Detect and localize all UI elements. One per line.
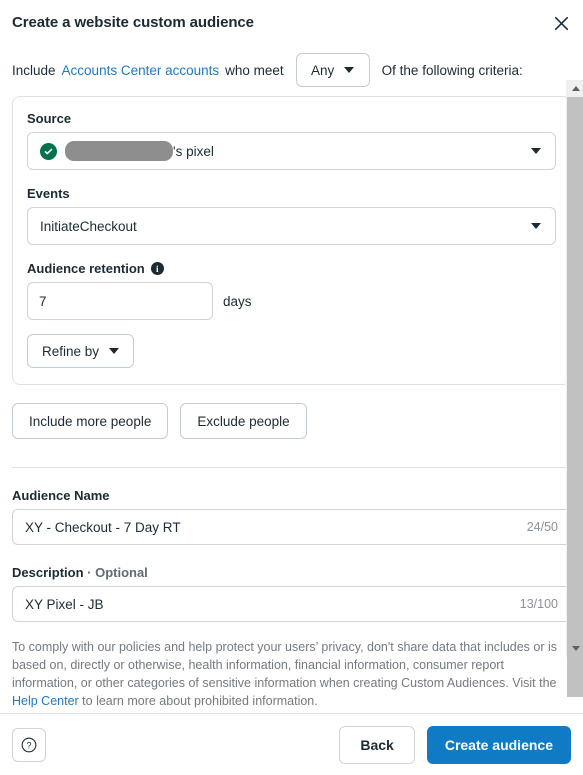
criteria-suffix: Of the following criteria:	[381, 62, 523, 78]
source-value-suffix: 's pixel	[173, 143, 214, 159]
chevron-down-icon	[531, 223, 541, 229]
redacted-business-name	[65, 141, 173, 161]
description-input[interactable]	[25, 596, 510, 612]
audience-retention-input[interactable]	[27, 282, 213, 320]
dialog-footer: ? Back Create audience	[0, 713, 583, 775]
audience-name-input[interactable]	[25, 519, 517, 535]
criteria-card: Source 's pixel Events InitiateCheckout	[12, 96, 571, 385]
audience-retention-label-text: Audience retention	[27, 261, 145, 276]
criteria-middle: who meet	[225, 62, 284, 78]
audience-retention-label: Audience retention i	[27, 261, 556, 276]
events-label: Events	[27, 186, 70, 201]
vertical-scrollbar[interactable]	[566, 80, 583, 697]
source-label: Source	[27, 111, 72, 126]
audience-name-counter: 24/50	[526, 520, 558, 534]
legal-p1-before: To comply with our policies and help pro…	[12, 640, 558, 691]
dialog-header: Create a website custom audience	[0, 0, 583, 44]
create-website-custom-audience-dialog: Create a website custom audience Include…	[0, 0, 583, 775]
scroll-down-arrow-icon[interactable]	[567, 640, 583, 657]
refine-by-label: Refine by	[42, 343, 100, 359]
refine-by-button[interactable]: Refine by	[27, 334, 135, 368]
audience-retention-units: days	[223, 293, 252, 309]
help-center-link[interactable]: Help Center	[12, 694, 79, 708]
description-counter: 13/100	[519, 597, 558, 611]
create-audience-button[interactable]: Create audience	[426, 725, 571, 764]
description-optional-text: · Optional	[87, 565, 148, 580]
scroll-down-triangle	[571, 646, 580, 651]
verified-check-icon	[40, 142, 57, 160]
scrollbar-thumb[interactable]	[567, 97, 583, 697]
audience-name-field[interactable]: 24/50	[12, 509, 571, 545]
page-title: Create a website custom audience	[12, 13, 254, 31]
legal-disclaimer: To comply with our policies and help pro…	[12, 638, 571, 713]
description-field[interactable]: 13/100	[12, 586, 571, 622]
svg-text:?: ?	[26, 740, 31, 750]
dialog-body: Include Accounts Center accounts who mee…	[0, 44, 583, 713]
info-icon[interactable]: i	[150, 262, 164, 275]
scroll-up-arrow-icon[interactable]	[567, 80, 583, 97]
section-divider	[12, 467, 571, 468]
source-value: 's pixel	[65, 141, 214, 161]
events-value: InitiateCheckout	[40, 218, 137, 234]
audience-name-label: Audience Name	[12, 488, 110, 503]
events-dropdown[interactable]: InitiateCheckout	[27, 207, 556, 245]
chevron-down-icon	[344, 67, 355, 73]
source-dropdown[interactable]: 's pixel	[27, 132, 556, 170]
chevron-down-icon	[109, 348, 120, 354]
scroll-up-triangle	[571, 86, 580, 91]
legal-paragraph-1: To comply with our policies and help pro…	[12, 638, 571, 711]
criteria-prefix: Include	[12, 62, 56, 78]
chevron-down-icon	[531, 148, 541, 154]
description-label-text: Description	[12, 565, 84, 580]
refine-by-wrap: Refine by	[27, 334, 556, 368]
audience-retention-row: days	[27, 282, 556, 320]
exclude-people-button[interactable]: Exclude people	[180, 403, 307, 439]
close-icon[interactable]	[547, 9, 575, 37]
back-button[interactable]: Back	[339, 725, 415, 764]
match-type-dropdown[interactable]: Any	[295, 53, 370, 87]
criteria-sentence: Include Accounts Center accounts who mee…	[12, 44, 571, 94]
include-more-people-button[interactable]: Include more people	[12, 403, 169, 439]
match-type-value: Any	[311, 62, 335, 78]
accounts-center-accounts-link[interactable]: Accounts Center accounts	[62, 63, 220, 78]
legal-p1-after: to learn more about prohibited informati…	[78, 694, 318, 709]
help-circle-icon[interactable]: ?	[12, 727, 46, 762]
description-label: Description · Optional	[12, 565, 571, 580]
audience-actions-row: Include more people Exclude people	[12, 403, 571, 439]
